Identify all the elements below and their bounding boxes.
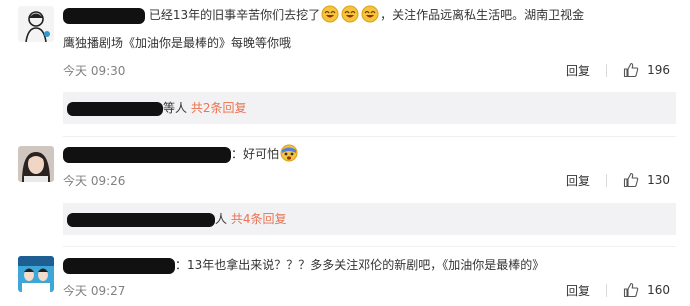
more-replies-link[interactable]: 共4条回复	[231, 212, 287, 226]
avatar[interactable]	[18, 256, 54, 292]
like-count: 160	[647, 283, 670, 297]
timestamp: 今天 09:26	[63, 174, 126, 188]
scared-emoji-icon	[280, 144, 298, 162]
comment-meta: 今天 09:30 回复 196	[63, 62, 670, 80]
redacted-username[interactable]	[63, 146, 231, 163]
comment-text: ：13年也拿出来说？？？多多关注邓伦的新剧吧，《加油你是最棒的》	[63, 255, 670, 275]
comment-text: ：好可怕	[63, 144, 670, 164]
thumbs-up-icon	[624, 62, 639, 78]
comment-text: 已经13年的旧事辛苦你们去挖了 ，关注作品远离私生活吧。湖南卫视金	[63, 5, 670, 25]
reply-button[interactable]: 回复	[566, 172, 590, 189]
comment-meta: 今天 09:26 回复 130	[63, 172, 670, 190]
redacted-username[interactable]	[63, 7, 145, 24]
reply-button[interactable]: 回复	[566, 282, 590, 299]
avatar[interactable]	[18, 6, 54, 42]
comment-text-line2: 鹰独播剧场《加油你是最棒的》每晚等你哦	[63, 36, 292, 50]
more-replies-link[interactable]: 共2条回复	[191, 101, 247, 115]
avatar-photo-icon	[18, 256, 54, 292]
redacted-username	[67, 101, 163, 116]
reply-thread[interactable]: 人 共4条回复	[63, 203, 676, 235]
comment-meta: 今天 09:27 回复 160	[63, 282, 670, 300]
avatar-photo-icon	[18, 146, 54, 182]
like-button[interactable]: 196	[623, 62, 670, 78]
thread-suffix: 等人	[163, 101, 188, 115]
avatar[interactable]	[18, 146, 54, 182]
divider	[606, 64, 607, 77]
grin-emoji-icon	[341, 5, 359, 23]
thumbs-up-icon	[624, 172, 639, 188]
like-count: 196	[647, 63, 670, 77]
divider	[63, 246, 676, 247]
redacted-username[interactable]	[63, 257, 175, 274]
divider	[606, 284, 607, 297]
reply-thread[interactable]: 等人 共2条回复	[63, 92, 676, 124]
divider	[63, 136, 676, 137]
divider	[606, 174, 607, 187]
redacted-username	[67, 212, 215, 227]
reply-button[interactable]: 回复	[566, 62, 590, 79]
avatar-drawing-icon	[18, 6, 54, 42]
timestamp: 今天 09:27	[63, 284, 126, 298]
thread-suffix: 人	[215, 212, 228, 226]
timestamp: 今天 09:30	[63, 64, 126, 78]
grin-emoji-icon	[321, 5, 339, 23]
like-button[interactable]: 130	[623, 172, 670, 188]
like-button[interactable]: 160	[623, 282, 670, 298]
like-count: 130	[647, 173, 670, 187]
grin-emoji-icon	[361, 5, 379, 23]
thumbs-up-icon	[624, 282, 639, 298]
